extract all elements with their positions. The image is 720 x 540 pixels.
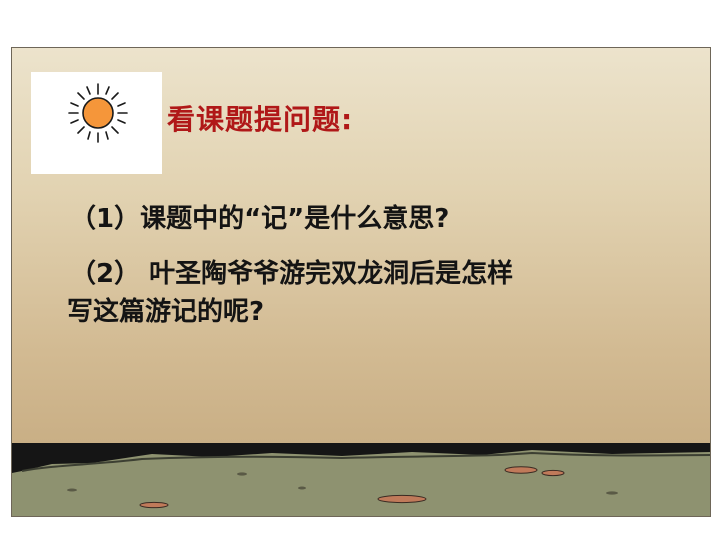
sun-picture xyxy=(31,72,162,174)
question-2-continued: 写这篇游记的呢? xyxy=(67,297,265,327)
ground-illustration xyxy=(12,443,710,516)
question-1: （1）课题中的“记”是什么意思? xyxy=(70,204,450,234)
slide-title: 看课题提问题: xyxy=(167,103,354,136)
slide: 看课题提问题: （1）课题中的“记”是什么意思? （2） 叶圣陶爷爷游完双龙洞后… xyxy=(11,47,711,517)
sun-icon xyxy=(68,83,128,143)
question-2: （2） 叶圣陶爷爷游完双龙洞后是怎样 xyxy=(70,259,514,289)
